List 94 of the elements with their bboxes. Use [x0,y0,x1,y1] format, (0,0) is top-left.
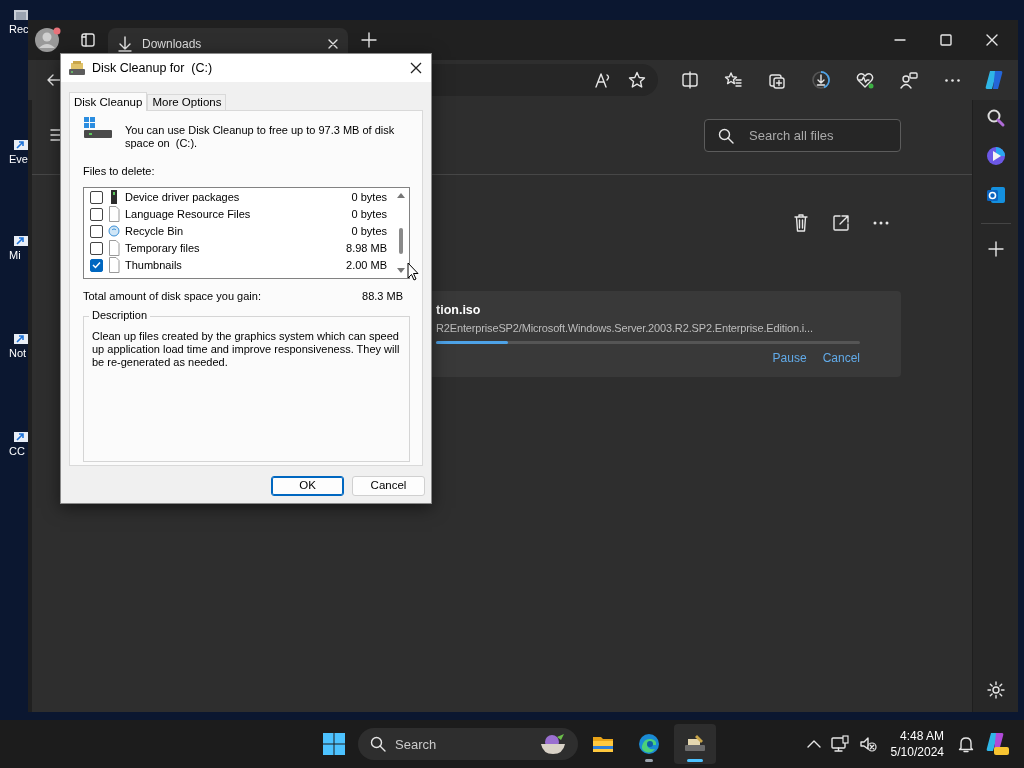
time-text: 4:48 AM [899,728,944,744]
dialog-tab[interactable]: Disk Cleanup [69,92,148,111]
search-icon [370,736,386,752]
taskbar-app-button[interactable] [674,724,716,764]
settings-icon[interactable] [986,681,1005,699]
list-item[interactable]: Temporary files 8.98 MB [84,239,393,257]
item-name: Recycle Bin [125,223,184,239]
download-action-link[interactable]: Cancel [822,349,860,367]
recycle-bin-icon [108,223,120,239]
split-screen-icon [680,71,699,89]
date-text: 5/10/2024 [890,744,944,760]
scroll-up-icon[interactable] [397,191,405,198]
network-icon[interactable] [830,735,849,753]
add-icon[interactable] [987,241,1004,257]
checkbox[interactable] [90,224,103,238]
checkbox[interactable] [90,207,103,221]
search-field[interactable]: Search all files [704,119,901,152]
scroll-down-icon[interactable] [397,267,405,274]
total-label: Total amount of disk space you gain: [83,288,261,304]
file-icon [108,206,120,222]
file-icon [108,257,120,273]
item-size: 0 bytes [351,223,387,239]
checkbox[interactable] [90,258,103,272]
info-text: You can use Disk Cleanup to free up to 97.3 MB of disk space on (C:). [125,124,396,150]
close-icon[interactable] [328,39,338,49]
list-label: Files to delete: [83,164,156,179]
download-action-link[interactable]: Pause [772,349,807,367]
shortcut-icon[interactable] [14,236,28,246]
windows-logo-icon [322,732,346,756]
download-url: R2EnterpriseSP2/Microsoft.Windows.Server.2003.R2.SP2.Enterprise.Edition.i... [436,322,814,335]
minimize-icon [894,39,906,41]
bowl-icon [538,732,568,756]
tab-title: Downloads [142,36,202,53]
clock[interactable]: 4:48 AM 5/10/2024 [890,728,944,760]
shortcut-icon[interactable] [14,334,28,344]
item-size: 2.00 MB [346,257,387,273]
total-value: 88.3 MB [362,288,403,304]
checkbox[interactable] [90,241,103,255]
disk-cleanup-icon [68,60,86,76]
collections-icon [768,71,787,89]
item-name: Language Resource Files [125,206,251,222]
list-item[interactable]: Recycle Bin 0 bytes [84,222,393,240]
favorite-star-icon[interactable] [627,71,646,89]
scrollbar-thumb[interactable] [399,227,403,254]
close-icon [410,62,422,74]
copilot-icon[interactable] [984,731,1010,757]
health-heart-icon [855,71,874,89]
close-icon [986,34,998,46]
shortcut-icon[interactable] [14,140,28,150]
item-name: Device driver packages [125,189,240,205]
feedback-people-icon [899,71,918,89]
more-icon [944,78,960,82]
volume-muted-icon[interactable] [858,735,877,753]
chevron-up-icon[interactable] [806,739,821,749]
list-item[interactable]: Language Resource Files 0 bytes [84,205,393,223]
item-size: 0 bytes [351,189,387,205]
group-label: Description [89,309,151,322]
list-item[interactable]: Device driver packages 0 bytes [84,188,393,206]
icon-label: Not [9,348,27,359]
outlook-icon[interactable] [984,184,1007,206]
file-icon [108,240,120,256]
checkbox[interactable] [90,190,103,204]
item-size: 0 bytes [351,206,387,222]
icon-label: Mi [9,250,21,261]
item-name: Temporary files [125,240,200,256]
edge-icon [637,732,661,756]
file-name: tion.iso [436,303,482,317]
tab-actions-icon[interactable] [80,32,96,48]
taskbar-search-field[interactable]: Search [358,728,578,760]
search-icon[interactable] [985,108,1006,128]
icon-label: Rec [9,24,29,35]
dialog-button[interactable]: OK [271,476,344,496]
gradient-sparkle-icon[interactable] [984,145,1007,167]
bell-icon[interactable] [958,735,974,753]
read-aloud-icon[interactable] [593,72,612,88]
item-size: 8.98 MB [346,240,387,256]
dialog-title: Disk Cleanup for (C:) [92,59,213,77]
maximize-icon [940,34,952,46]
drive-icon [83,116,113,140]
icon-label: CC [9,446,25,457]
driver-icon [108,189,120,205]
icon-label: Eve [9,154,28,165]
description-text: Clean up files created by the graphics system which can speed up application load time and improve responsiveness. They will be re-generated as needed. [92,330,401,369]
dialog-button[interactable]: Cancel [352,476,425,496]
list-item[interactable]: Thumbnails 2.00 MB [84,256,393,274]
downloads-progress-icon [812,71,830,89]
shortcut-icon[interactable] [14,432,28,442]
dialog-tab[interactable]: More Options [147,94,227,110]
checkmark-icon [92,261,101,269]
new-tab-icon[interactable] [361,32,377,48]
favorites-icon [724,71,743,89]
search-icon [718,128,734,144]
item-name: Thumbnails [125,257,182,273]
profile-avatar[interactable] [34,26,62,54]
